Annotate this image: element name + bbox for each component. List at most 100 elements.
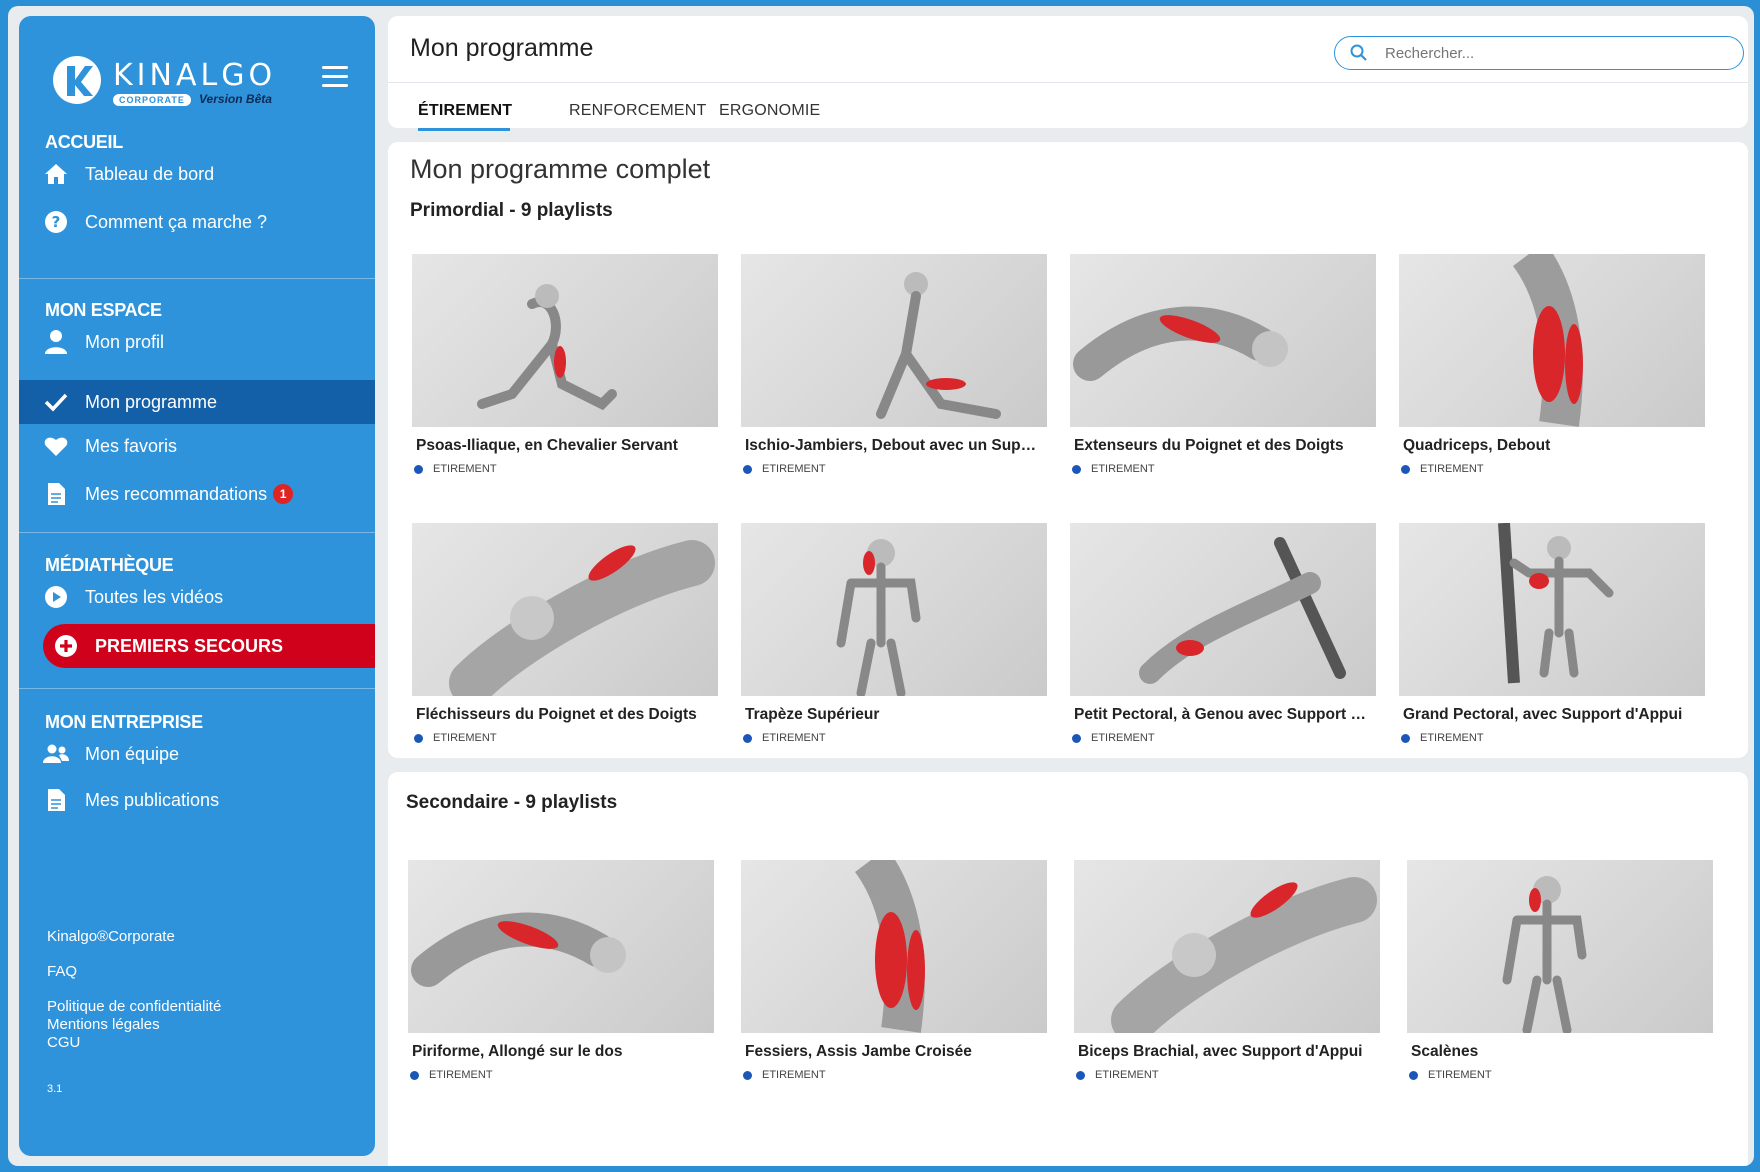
video-thumbnail[interactable] <box>741 860 1047 1033</box>
category-dot-icon <box>414 733 423 743</box>
sidebar-item-label: Mon programme <box>85 391 218 412</box>
video-thumbnail[interactable] <box>741 254 1047 427</box>
video-thumbnail[interactable] <box>1074 860 1380 1033</box>
video-card-title: Piriforme, Allongé sur le dos <box>412 1043 623 1060</box>
video-thumbnail[interactable] <box>412 523 718 696</box>
category-label: ETIREMENT <box>433 732 497 744</box>
video-card-category: ETIREMENT <box>1072 732 1376 744</box>
video-card[interactable]: Extenseurs du Poignet et des Doigts ETIRE… <box>1070 254 1376 475</box>
sidebar-item-favorites[interactable]: Mes favoris <box>19 424 375 468</box>
footer-privacy-link[interactable]: Politique de confidentialité <box>47 998 221 1016</box>
video-card-category: ETIREMENT <box>743 732 1047 744</box>
video-card[interactable]: Fléchisseurs du Poignet et des Doigts ETI… <box>412 523 718 744</box>
sidebar-item-label: Tableau de bord <box>85 163 215 184</box>
tab-ergonomie[interactable]: ERGONOMIE <box>719 102 820 120</box>
tab-etirement[interactable]: ÉTIREMENT <box>418 102 512 120</box>
primary-heading: Primordial - 9 playlists <box>410 200 613 221</box>
video-card-category: ETIREMENT <box>1401 732 1705 744</box>
sidebar-item-recommendations[interactable]: Mes recommandations 1 <box>19 472 375 516</box>
menu-toggle-icon[interactable] <box>322 66 348 88</box>
video-card-title: Ischio-Jambiers, Debout avec un Suppor..… <box>745 437 1045 454</box>
sidebar-item-dashboard[interactable]: Tableau de bord <box>19 152 375 196</box>
sidebar-item-team[interactable]: Mon équipe <box>19 732 375 776</box>
footer-corporate-link[interactable]: Kinalgo®Corporate <box>47 928 175 946</box>
category-label: ETIREMENT <box>762 463 826 475</box>
category-dot-icon <box>1076 1070 1085 1080</box>
sidebar-item-publications[interactable]: Mes publications <box>19 778 375 822</box>
sidebar-item-label: PREMIERS SECOURS <box>95 635 284 656</box>
video-thumbnail[interactable] <box>1399 523 1705 696</box>
video-card[interactable]: Piriforme, Allongé sur le dos ETIREMENT <box>408 860 714 1081</box>
sidebar-item-label: Mon équipe <box>85 743 180 764</box>
video-card-category: ETIREMENT <box>414 732 718 744</box>
sidebar-item-program[interactable]: Mon programme <box>19 380 375 424</box>
program-title: Mon programme complet <box>410 154 711 184</box>
video-thumbnail[interactable] <box>1399 254 1705 427</box>
video-card[interactable]: Petit Pectoral, à Genou avec Support D'A… <box>1070 523 1376 744</box>
video-card[interactable]: Grand Pectoral, avec Support d'Appui ETIR… <box>1399 523 1705 744</box>
team-icon <box>43 741 69 767</box>
help-circle-icon: ? <box>43 209 69 235</box>
brand-logo[interactable]: KINALGO CORPORATE Version Bêta <box>49 52 289 112</box>
video-card[interactable]: Trapèze Supérieur ETIREMENT <box>741 523 1047 744</box>
category-dot-icon <box>1401 464 1410 474</box>
video-thumbnail[interactable] <box>408 860 714 1033</box>
video-card-category: ETIREMENT <box>1409 1069 1713 1081</box>
brand-name: KINALGO <box>113 58 277 93</box>
brand-sub: CORPORATE <box>113 94 191 106</box>
video-card-title: Extenseurs du Poignet et des Doigts <box>1074 437 1344 454</box>
video-card[interactable]: Biceps Brachial, avec Support d'Appui ETI… <box>1074 860 1380 1081</box>
sidebar-divider <box>19 278 375 279</box>
user-icon <box>43 329 69 355</box>
video-card-title: Petit Pectoral, à Genou avec Support D'A… <box>1074 706 1374 723</box>
exercise-illustration <box>1498 523 1614 684</box>
exercise-illustration <box>449 540 715 696</box>
category-dot-icon <box>743 1070 752 1080</box>
header: Mon programme ÉTIREMENT RENFORCEMENT ERG… <box>388 16 1748 131</box>
category-dot-icon <box>1072 733 1081 743</box>
sidebar-item-profile[interactable]: Mon profil <box>19 320 375 364</box>
svg-text:?: ? <box>52 213 61 231</box>
video-thumbnail[interactable] <box>1070 523 1376 696</box>
program-primary-panel: Mon programme complet Primordial - 9 pla… <box>388 142 1748 758</box>
sidebar-divider <box>19 532 375 533</box>
video-card[interactable]: Fessiers, Assis Jambe Croisée ETIREMENT <box>741 860 1047 1081</box>
video-thumbnail[interactable] <box>741 523 1047 696</box>
video-thumbnail[interactable] <box>412 254 718 427</box>
heart-icon <box>43 433 69 459</box>
sidebar-item-label: Mes recommandations <box>85 483 268 504</box>
footer-cgu-link[interactable]: CGU <box>47 1034 80 1052</box>
footer-faq-link[interactable]: FAQ <box>47 963 77 981</box>
video-card-title: Quadriceps, Debout <box>1403 437 1551 454</box>
category-dot-icon <box>410 1070 419 1080</box>
search-icon <box>1350 44 1367 61</box>
sidebar-item-label: Mon profil <box>85 331 165 352</box>
video-thumbnail[interactable] <box>1407 860 1713 1033</box>
sidebar-item-all-videos[interactable]: Toutes les vidéos <box>19 575 375 619</box>
video-card-title: Psoas-Iliaque, en Chevalier Servant <box>416 437 678 454</box>
video-card-title: Grand Pectoral, avec Support d'Appui <box>1403 706 1683 723</box>
video-card-category: ETIREMENT <box>410 1069 714 1081</box>
video-card[interactable]: Quadriceps, Debout ETIREMENT <box>1399 254 1705 475</box>
sidebar-item-label: Mes favoris <box>85 435 178 456</box>
search-input[interactable] <box>1385 44 1715 62</box>
sidebar-item-first-aid[interactable]: PREMIERS SECOURS <box>43 624 375 668</box>
category-label: ETIREMENT <box>1428 1069 1492 1081</box>
category-dot-icon <box>743 733 752 743</box>
search-box[interactable] <box>1334 36 1744 70</box>
brand-beta: Version Bêta <box>199 92 272 106</box>
secondary-heading: Secondaire - 9 playlists <box>406 792 618 813</box>
active-tab-indicator <box>418 128 510 131</box>
footer-legal-link[interactable]: Mentions légales <box>47 1016 160 1034</box>
video-card[interactable]: Psoas-Iliaque, en Chevalier Servant ETIRE… <box>412 254 718 475</box>
tab-renforcement[interactable]: RENFORCEMENT <box>569 102 707 120</box>
category-dot-icon <box>1072 464 1081 474</box>
video-thumbnail[interactable] <box>1070 254 1376 427</box>
video-card[interactable]: Scalènes ETIREMENT <box>1407 860 1713 1081</box>
sidebar-item-how-it-works[interactable]: ? Comment ça marche ? <box>19 200 375 244</box>
page-title: Mon programme <box>410 34 594 62</box>
video-card-title: Biceps Brachial, avec Support d'Appui <box>1078 1043 1363 1060</box>
exercise-illustration <box>854 860 925 1033</box>
exercise-illustration <box>411 912 626 987</box>
video-card[interactable]: Ischio-Jambiers, Debout avec un Suppor..… <box>741 254 1047 475</box>
